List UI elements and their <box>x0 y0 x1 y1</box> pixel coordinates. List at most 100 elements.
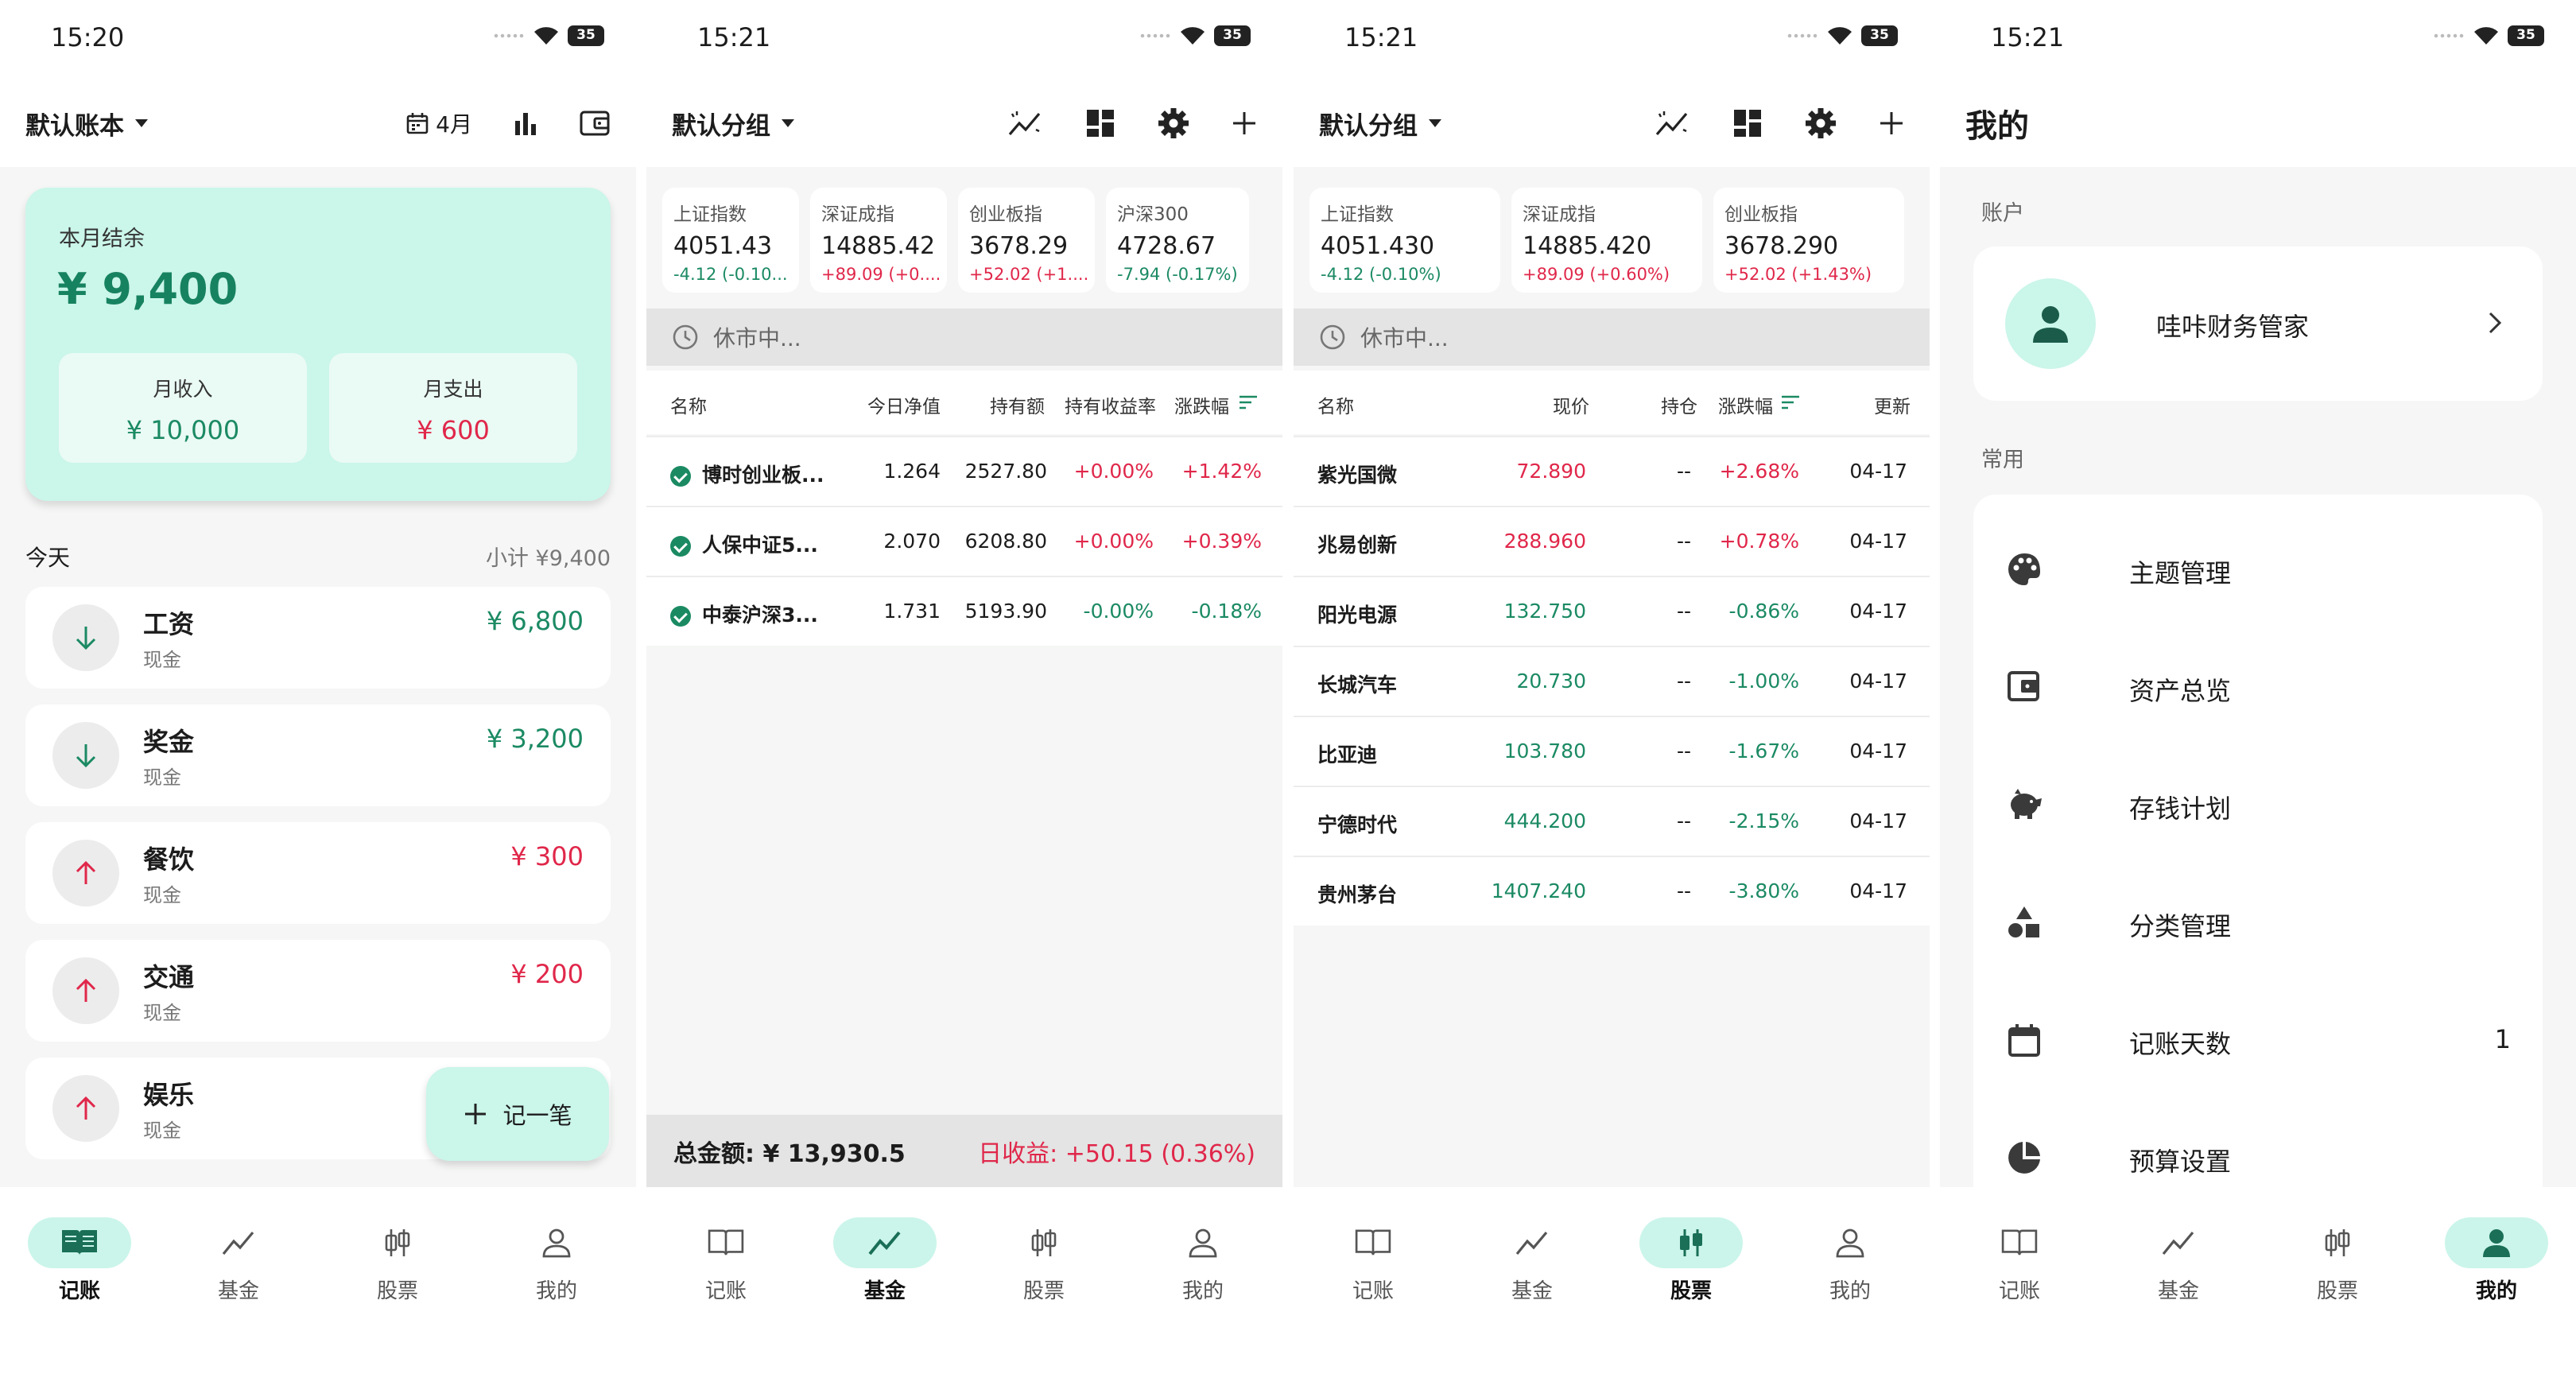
table-row[interactable]: 兆易创新 288.960 -- +0.78% 04-17 <box>1294 506 1930 576</box>
col-change[interactable]: 涨跌幅 <box>1174 391 1229 418</box>
nav-stock[interactable]: 股票 <box>334 1217 461 1374</box>
pie-chart-icon <box>2008 1142 2040 1174</box>
nav-stock[interactable]: 股票 <box>1627 1217 1755 1374</box>
nav-stock[interactable]: 股票 <box>980 1217 1108 1374</box>
table-row[interactable]: 比亚迪 103.780 -- -1.67% 04-17 <box>1294 716 1930 786</box>
status-bar: 15:20 35 <box>0 0 636 80</box>
table-row[interactable]: 紫光国微 72.890 -- +2.68% 04-17 <box>1294 436 1930 506</box>
nav-fund[interactable]: 基金 <box>2115 1217 2242 1374</box>
check-icon <box>670 466 691 487</box>
person-icon <box>542 1228 571 1258</box>
wifi-icon <box>1828 27 1852 45</box>
transaction-item[interactable]: 奖金 现金 ¥ 3,200 <box>25 704 611 806</box>
clock-icon <box>1320 324 1345 350</box>
menu-item-assets[interactable]: 资产总览 <box>1973 642 2543 730</box>
col-change[interactable]: 涨跌幅 <box>1718 391 1773 418</box>
book-title: 默认账本 <box>25 111 124 141</box>
bar-chart-icon[interactable] <box>512 110 539 137</box>
book-selector[interactable]: 默认账本 <box>25 106 148 142</box>
dashboard-icon[interactable] <box>1085 108 1115 138</box>
index-card[interactable]: 上证指数 4051.43 -4.12 (-0.10... <box>662 188 799 293</box>
wallet-icon <box>2008 671 2039 701</box>
nav-mine[interactable]: 我的 <box>1787 1217 1914 1374</box>
menu-item-savings[interactable]: 存钱计划 <box>1973 760 2543 848</box>
dashboard-icon[interactable] <box>1732 108 1763 138</box>
change-cell: -3.80% <box>1728 879 1799 902</box>
index-name: 深证成指 <box>821 204 894 225</box>
nav-fund[interactable]: 基金 <box>1468 1217 1596 1374</box>
table-row[interactable]: 长城汽车 20.730 -- -1.00% 04-17 <box>1294 646 1930 716</box>
menu-item-theme[interactable]: 主题管理 <box>1973 525 2543 612</box>
plus-icon[interactable] <box>1879 111 1904 136</box>
table-row[interactable]: 贵州茅台 1407.240 -- -3.80% 04-17 <box>1294 856 1930 926</box>
menu-label: 资产总览 <box>2129 676 2232 706</box>
index-card[interactable]: 上证指数 4051.430 -4.12 (-0.10%) <box>1309 188 1500 293</box>
transaction-item[interactable]: 交通 现金 ¥ 200 <box>25 940 611 1042</box>
nav-fund[interactable]: 基金 <box>175 1217 302 1374</box>
table-row[interactable]: 博时创业板... 1.264 2527.80 +0.00% +1.42% <box>646 436 1282 506</box>
nav-fund[interactable]: 基金 <box>821 1217 949 1374</box>
trend-icon <box>1515 1231 1548 1256</box>
fund-name-cell: 中泰沪深3... <box>670 600 818 628</box>
index-value: 3678.29 <box>969 232 1069 260</box>
menu-item-days[interactable]: 记账天数 1 <box>1973 996 2543 1083</box>
bottom-nav: 记账 基金 股票 我的 <box>0 1187 636 1374</box>
nav-ledger[interactable]: 记账 <box>16 1217 143 1374</box>
index-card[interactable]: 深证成指 14885.42 +89.09 (+0.... <box>810 188 947 293</box>
col-price: 现价 <box>1553 397 1589 417</box>
index-card[interactable]: 创业板指 3678.290 +52.02 (+1.43%) <box>1713 188 1904 293</box>
nav-mine[interactable]: 我的 <box>2433 1217 2560 1374</box>
add-record-button[interactable]: 记一笔 <box>426 1067 609 1161</box>
sort-icon[interactable] <box>1780 394 1801 410</box>
index-name: 沪深300 <box>1117 204 1189 225</box>
table-row[interactable]: 人保中证5... 2.070 6208.80 +0.00% +0.39% <box>646 506 1282 576</box>
wallet-icon[interactable] <box>579 109 611 138</box>
sort-icon[interactable] <box>1238 394 1259 410</box>
plus-icon[interactable] <box>1232 111 1257 136</box>
chevron-right-icon <box>2489 312 2502 334</box>
wifi-icon <box>1181 27 1205 45</box>
fund-screen: 15:21 35 默认分组 上证指数 4051.43 -4.12 (-0.10.… <box>646 0 1282 1374</box>
index-change: +89.09 (+0.... <box>821 265 941 284</box>
group-selector[interactable]: 默认分组 <box>672 106 794 142</box>
menu-item-categories[interactable]: 分类管理 <box>1973 878 2543 965</box>
top-bar: 默认账本 4月 <box>0 80 636 167</box>
nav-mine[interactable]: 我的 <box>1139 1217 1267 1374</box>
gear-icon[interactable] <box>1157 107 1190 140</box>
stock-name: 宁德时代 <box>1317 813 1398 836</box>
change-cell: +0.78% <box>1719 530 1799 553</box>
index-card[interactable]: 创业板指 3678.29 +52.02 (+1.... <box>958 188 1095 293</box>
nav-ledger[interactable]: 记账 <box>662 1217 789 1374</box>
status-time: 15:21 <box>1344 22 1418 52</box>
menu-value: 1 <box>2494 1024 2511 1054</box>
price-cell: 444.200 <box>1503 809 1586 833</box>
menu-label: 主题管理 <box>2129 558 2232 588</box>
index-value: 4728.67 <box>1117 232 1216 260</box>
nav-ledger-label: 记账 <box>1352 1279 1394 1303</box>
table-row[interactable]: 宁德时代 444.200 -- -2.15% 04-17 <box>1294 786 1930 856</box>
table-row[interactable]: 阳光电源 132.750 -- -0.86% 04-17 <box>1294 576 1930 646</box>
index-card[interactable]: 沪深300 4728.67 -7.94 (-0.17%) <box>1106 188 1249 293</box>
index-card[interactable]: 深证成指 14885.420 +89.09 (+0.60%) <box>1511 188 1702 293</box>
nav-stock[interactable]: 股票 <box>2274 1217 2401 1374</box>
palette-icon <box>2008 553 2040 585</box>
transaction-account: 现金 <box>143 1002 181 1024</box>
nav-ledger[interactable]: 记账 <box>1956 1217 2083 1374</box>
transaction-item[interactable]: 工资 现金 ¥ 6,800 <box>25 587 611 689</box>
candlestick-icon <box>385 1229 410 1256</box>
add-record-label: 记一笔 <box>502 1102 572 1129</box>
nav-mine[interactable]: 我的 <box>493 1217 620 1374</box>
trend-analysis-icon[interactable] <box>1655 109 1691 138</box>
account-card[interactable]: 哇咔财务管家 <box>1973 246 2543 401</box>
nav-ledger[interactable]: 记账 <box>1309 1217 1437 1374</box>
gear-icon[interactable] <box>1804 107 1837 140</box>
trend-analysis-icon[interactable] <box>1007 109 1044 138</box>
person-icon <box>2033 306 2068 343</box>
change-cell: +1.42% <box>1181 460 1262 483</box>
group-selector[interactable]: 默认分组 <box>1319 106 1441 142</box>
table-row[interactable]: 中泰沪深3... 1.731 5193.90 -0.00% -0.18% <box>646 576 1282 646</box>
dropdown-caret-icon <box>1429 119 1441 127</box>
holding-cell: 5193.90 <box>964 600 1047 623</box>
transaction-item[interactable]: 餐饮 现金 ¥ 300 <box>25 822 611 924</box>
month-picker-button[interactable]: 4月 <box>405 107 472 139</box>
